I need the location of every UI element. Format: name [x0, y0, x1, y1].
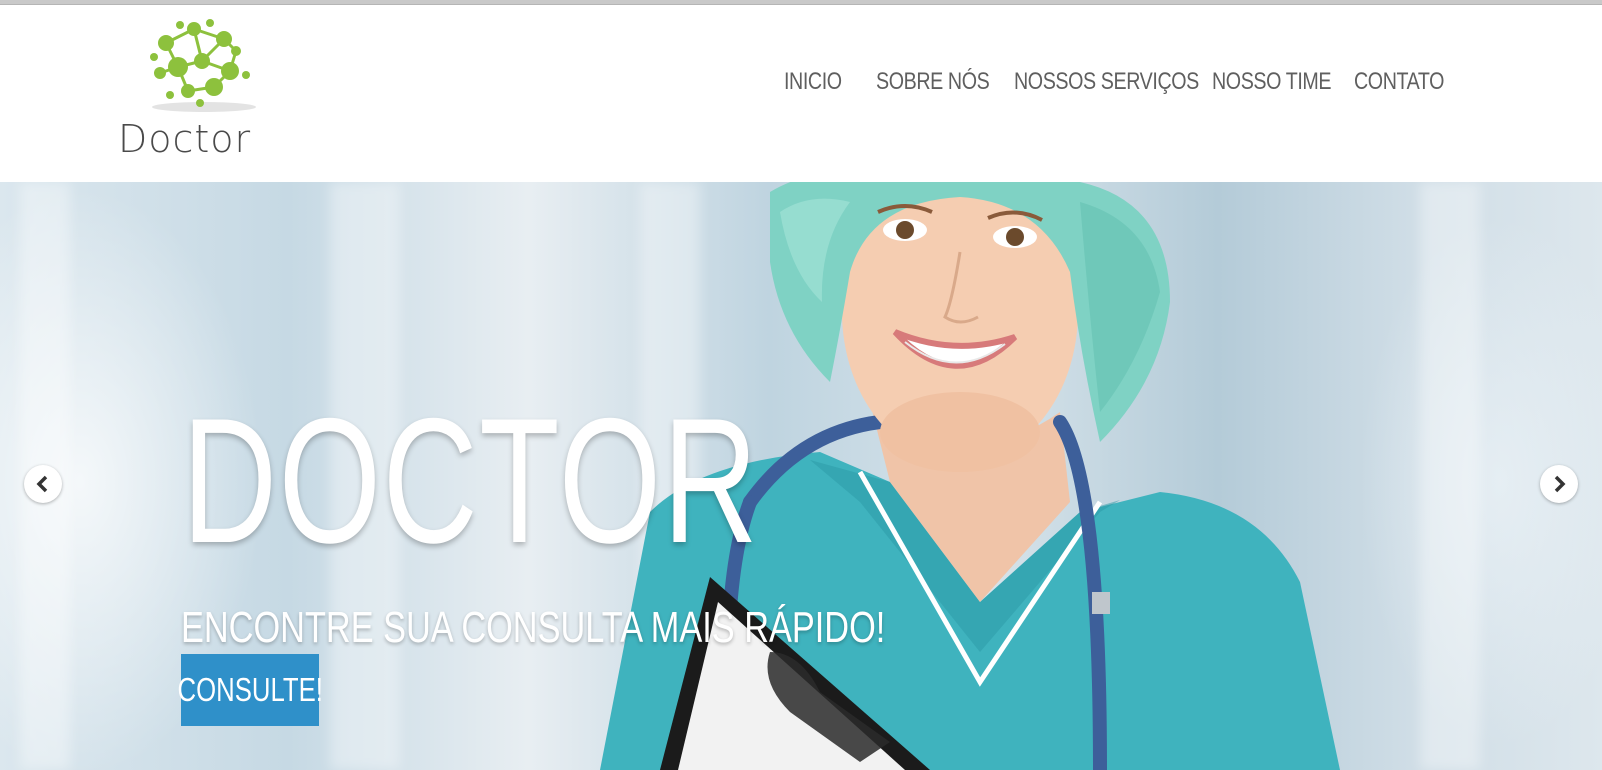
chevron-left-icon	[36, 475, 48, 493]
nav-item-nossos-servicos[interactable]: NOSSOS SERVIÇOS	[1014, 68, 1199, 96]
nav-item-contato[interactable]: CONTATO	[1354, 68, 1444, 96]
bg-blur-pillar	[1420, 182, 1480, 770]
chevron-right-icon	[1554, 475, 1566, 493]
hero-subtitle: ENCONTRE SUA CONSULTA MAIS RÁPIDO!	[181, 603, 886, 652]
slider-next-button[interactable]	[1540, 465, 1578, 503]
nav-item-sobre-nos[interactable]: SOBRE NÓS	[876, 68, 990, 96]
nav-item-nosso-time[interactable]: NOSSO TIME	[1212, 68, 1332, 96]
site-header: Doctor INICIO SOBRE NÓS NOSSOS SERVIÇOS …	[0, 5, 1602, 182]
hero-title: DOCTOR	[182, 381, 760, 580]
hero-slider: DOCTOR ENCONTRE SUA CONSULTA MAIS RÁPIDO…	[0, 182, 1602, 770]
molecule-network-icon	[150, 19, 256, 112]
consulte-button[interactable]: CONSULTE!	[177, 654, 323, 726]
slider-prev-button[interactable]	[24, 465, 62, 503]
brand-logo[interactable]: Doctor	[118, 15, 268, 165]
nav-item-inicio[interactable]: INICIO	[784, 68, 842, 96]
consulte-button-label: CONSULTE!	[177, 671, 323, 708]
brand-name: Doctor	[118, 117, 252, 161]
